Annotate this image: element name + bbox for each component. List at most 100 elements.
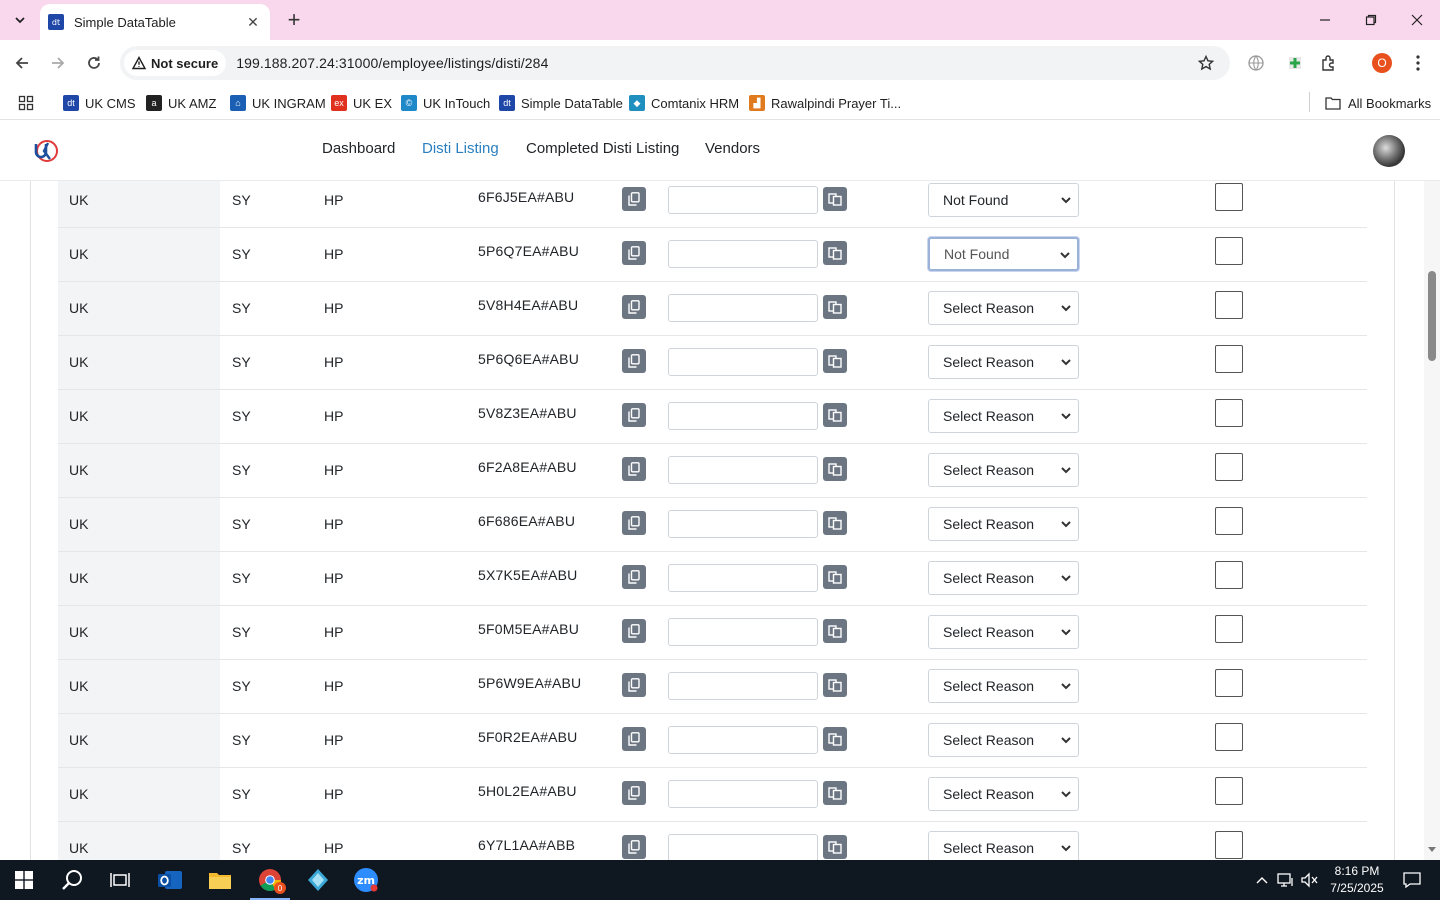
reload-icon[interactable]: [80, 49, 108, 77]
row-checkbox[interactable]: [1215, 615, 1243, 643]
outlook-icon[interactable]: [146, 860, 194, 900]
row-checkbox[interactable]: [1215, 345, 1243, 373]
site-security-chip[interactable]: Not secure: [124, 50, 227, 76]
extensions-puzzle-icon[interactable]: [1317, 51, 1341, 75]
window-restore-icon[interactable]: [1348, 0, 1394, 40]
reason-select[interactable]: Select Reason: [928, 777, 1079, 811]
reason-select[interactable]: Select Reason: [928, 669, 1079, 703]
zoom-icon[interactable]: zm: [342, 860, 390, 900]
task-view-icon[interactable]: [96, 860, 144, 900]
uk-logo-icon[interactable]: [32, 138, 60, 164]
copy-sku-button[interactable]: [622, 403, 646, 427]
copy-sku-button[interactable]: [622, 781, 646, 805]
paste-value-button[interactable]: [823, 457, 847, 481]
copy-sku-button[interactable]: [622, 673, 646, 697]
paste-value-button[interactable]: [823, 403, 847, 427]
value-input[interactable]: [668, 510, 818, 538]
value-input[interactable]: [668, 672, 818, 700]
paste-value-button[interactable]: [823, 511, 847, 535]
reason-select[interactable]: Select Reason: [928, 291, 1079, 325]
reason-select[interactable]: Select Reason: [928, 723, 1079, 757]
row-checkbox[interactable]: [1215, 507, 1243, 535]
value-input[interactable]: [668, 402, 818, 430]
copy-sku-button[interactable]: [622, 295, 646, 319]
copy-sku-button[interactable]: [622, 187, 646, 211]
back-arrow-icon[interactable]: [8, 49, 36, 77]
reason-select[interactable]: Select Reason: [928, 507, 1079, 541]
paste-value-button[interactable]: [823, 295, 847, 319]
paste-value-button[interactable]: [823, 781, 847, 805]
copy-sku-button[interactable]: [622, 565, 646, 589]
url-text[interactable]: 199.188.207.24:31000/employee/listings/d…: [236, 55, 548, 71]
reason-select[interactable]: Select Reason: [928, 615, 1079, 649]
row-checkbox[interactable]: [1215, 291, 1243, 319]
value-input[interactable]: [668, 780, 818, 808]
nav-dashboard[interactable]: Dashboard: [322, 140, 395, 157]
copy-sku-button[interactable]: [622, 511, 646, 535]
search-icon[interactable]: [48, 860, 96, 900]
paste-value-button[interactable]: [823, 349, 847, 373]
reason-select[interactable]: Select Reason: [928, 831, 1079, 860]
volume-muted-icon[interactable]: [1298, 860, 1322, 900]
copy-sku-button[interactable]: [622, 241, 646, 265]
paste-value-button[interactable]: [823, 241, 847, 265]
value-input[interactable]: [668, 348, 818, 376]
scrollbar-thumb[interactable]: [1428, 271, 1436, 361]
value-input[interactable]: [668, 726, 818, 754]
notifications-icon[interactable]: [1388, 860, 1436, 900]
chrome-icon[interactable]: 0: [246, 860, 294, 900]
clock-date[interactable]: 7/25/2025: [1325, 881, 1389, 895]
new-tab-plus-icon[interactable]: +: [280, 6, 308, 34]
browser-tab-active[interactable]: dt Simple DataTable ✕: [40, 4, 270, 40]
value-input[interactable]: [668, 834, 818, 860]
bookmark-uk-ingram[interactable]: ⌂ UK INGRAM: [230, 92, 326, 114]
copy-sku-button[interactable]: [622, 835, 646, 859]
user-avatar[interactable]: [1373, 135, 1405, 167]
row-checkbox[interactable]: [1215, 183, 1243, 211]
tab-search-button[interactable]: [6, 6, 34, 34]
value-input[interactable]: [668, 294, 818, 322]
bookmark-uk-amz[interactable]: a UK AMZ: [146, 92, 216, 114]
network-icon[interactable]: [1274, 860, 1298, 900]
row-checkbox[interactable]: [1215, 399, 1243, 427]
bookmark-comtanix-hrm[interactable]: ◆ Comtanix HRM: [629, 92, 739, 114]
bookmark-uk-cms[interactable]: dt UK CMS: [63, 92, 136, 114]
paste-value-button[interactable]: [823, 565, 847, 589]
nav-completed-disti-listing[interactable]: Completed Disti Listing: [526, 140, 679, 157]
value-input[interactable]: [668, 618, 818, 646]
reason-select[interactable]: Select Reason: [928, 399, 1079, 433]
translate-globe-icon[interactable]: [1244, 51, 1268, 75]
value-input[interactable]: [668, 564, 818, 592]
paste-value-button[interactable]: [823, 673, 847, 697]
reason-select[interactable]: Not Found: [928, 183, 1079, 217]
copy-sku-button[interactable]: [622, 457, 646, 481]
row-checkbox[interactable]: [1215, 453, 1243, 481]
reason-select[interactable]: Select Reason: [928, 453, 1079, 487]
reason-select[interactable]: Select Reason: [928, 345, 1079, 379]
row-checkbox[interactable]: [1215, 777, 1243, 805]
browser-menu-kebab-icon[interactable]: [1406, 51, 1430, 75]
window-minimize-icon[interactable]: [1302, 0, 1348, 40]
reason-select[interactable]: Not Found: [928, 237, 1079, 271]
tray-chevron-up-icon[interactable]: [1250, 860, 1274, 900]
bookmark-rawalpindi-prayer-ti[interactable]: ▟ Rawalpindi Prayer Ti...: [749, 92, 901, 114]
copy-sku-button[interactable]: [622, 349, 646, 373]
apps-grid-icon[interactable]: [18, 92, 34, 114]
clock-time[interactable]: 8:16 PM: [1325, 864, 1389, 878]
reason-select[interactable]: Select Reason: [928, 561, 1079, 595]
value-input[interactable]: [668, 456, 818, 484]
paste-value-button[interactable]: [823, 187, 847, 211]
app-diamond-icon[interactable]: [294, 860, 342, 900]
value-input[interactable]: [668, 240, 818, 268]
bookmark-star-icon[interactable]: [1196, 53, 1216, 73]
profile-avatar-button[interactable]: O: [1370, 51, 1394, 75]
nav-vendors[interactable]: Vendors: [705, 140, 760, 157]
file-explorer-icon[interactable]: [196, 860, 244, 900]
paste-value-button[interactable]: [823, 619, 847, 643]
copy-sku-button[interactable]: [622, 619, 646, 643]
row-checkbox[interactable]: [1215, 723, 1243, 751]
bookmark-simple-datatable[interactable]: dt Simple DataTable: [499, 92, 623, 114]
scroll-down-arrow-icon[interactable]: [1428, 847, 1436, 852]
row-checkbox[interactable]: [1215, 831, 1243, 859]
paste-value-button[interactable]: [823, 835, 847, 859]
